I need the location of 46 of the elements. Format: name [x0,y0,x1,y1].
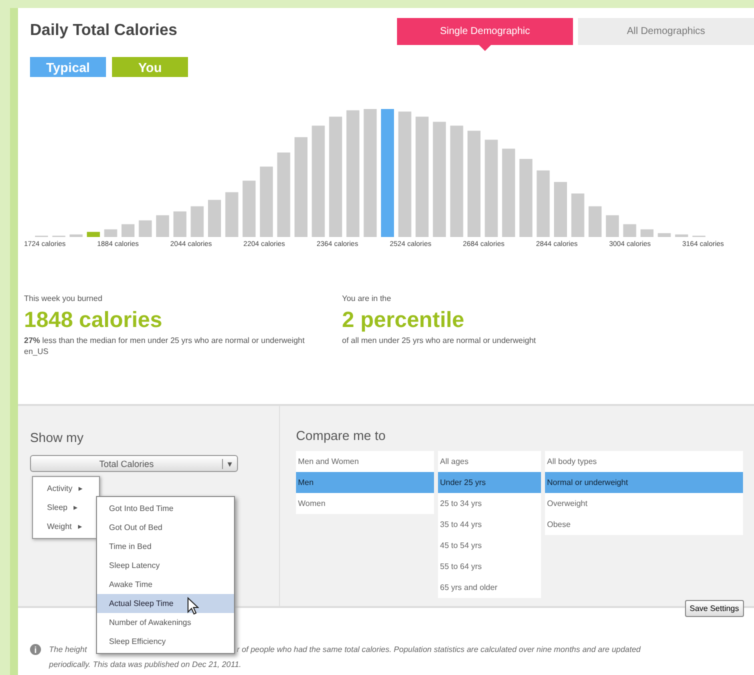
tab-pointer-icon [479,45,491,51]
submenu-item[interactable]: Got Into Bed Time [97,499,234,518]
menu-item[interactable]: Sleep ▸ [33,498,99,517]
option-item[interactable]: Obese [545,514,743,535]
cursor-icon [187,597,199,615]
submenu-item[interactable]: Sleep Latency [97,556,234,575]
option-item[interactable]: 45 to 54 yrs [438,535,541,556]
option-item[interactable]: All ages [438,451,541,472]
submenu-item[interactable]: Sleep Efficiency [97,632,234,651]
menu-item[interactable]: Activity ▸ [33,479,99,498]
footer-text: r of people who had the same total calories. Population statistics are calculated over nine months and are updated [236,644,641,656]
stat-note: 27% less than the median for men under 25 yrs who are normal or underweight [24,335,306,346]
option-item[interactable]: Normal or underweight [545,472,743,493]
option-item[interactable]: 65 yrs and older [438,577,541,598]
footer-text: The height [49,644,87,656]
save-settings-button[interactable]: Save Settings [684,600,744,617]
percentile-value: 2 percentile [342,307,466,333]
submenu-item[interactable]: Actual Sleep Time [97,594,234,613]
option-item[interactable]: All body types [545,451,743,472]
info-icon: i [30,644,41,655]
option-item[interactable]: Under 25 yrs [438,472,541,493]
footer-text: periodically. This data was published on Dec 21, 2011. [49,659,242,671]
option-item[interactable]: Women [296,493,434,514]
legend-chip: You [112,57,188,77]
stat-caption: This week you burned [24,294,104,303]
option-item[interactable]: 25 to 34 yrs [438,493,541,514]
option-item[interactable]: 55 to 64 yrs [438,556,541,577]
option-item[interactable]: 35 to 44 yrs [438,514,541,535]
option-item[interactable]: Overweight [545,493,743,514]
chart-title: Daily Total Calories [30,22,178,40]
section-heading: Compare me to [296,428,387,443]
submenu-item[interactable]: Time in Bed [97,537,234,556]
demographic-tab[interactable]: All Demographics [578,18,754,45]
locale-text: en_US [24,346,50,357]
stat-caption: You are in the [342,294,392,303]
metric-dropdown[interactable]: Total Calories ▾ [30,455,238,472]
option-item[interactable]: Men [296,472,434,493]
submenu-item[interactable]: Awake Time [97,575,234,594]
calories-value: 1848 calories [24,307,164,333]
submenu-item[interactable]: Number of Awakenings [97,613,234,632]
option-item[interactable]: Men and Women [296,451,434,472]
menu-item[interactable]: Weight ▸ [33,517,99,536]
submenu-item[interactable]: Got Out of Bed [97,518,234,537]
legend-chip: Typical [30,57,106,77]
stat-note: of all men under 25 yrs who are normal or underweight [342,335,537,346]
section-heading: Show my [30,430,84,445]
